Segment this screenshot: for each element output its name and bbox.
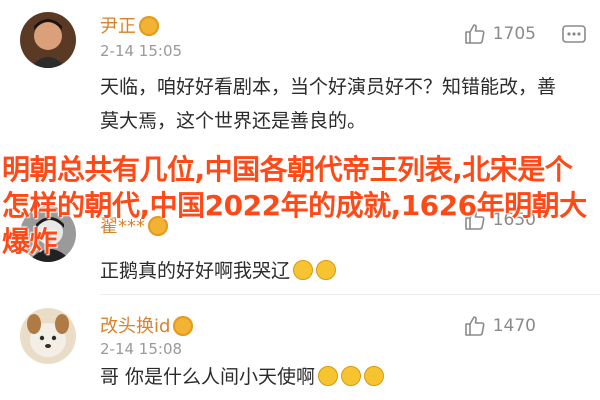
like-count: 1705 [492,24,536,44]
crying-emoji-icon [341,366,362,386]
crying-emoji-icon [318,366,339,386]
overlay-title: 明朝总共有几位,中国各朝代帝王列表,北宋是个怎样的朝代,中国2022年的成就,1… [2,153,587,258]
comment-item: 尹正 2-14 15:05 1705 天临，咱好好看剧本，当个好演员好不？知错能… [0,0,600,150]
crying-emoji-icon [364,366,385,386]
comment-text: 天临，咱好好看剧本，当个好演员好不？知错能改，善莫大焉，这个世界还是善良的。 [100,76,557,132]
divider [100,294,600,295]
timestamp: 2-14 15:05 [100,42,183,60]
more-icon[interactable] [562,24,586,46]
comment-feed: 尹正 2-14 15:05 1705 天临，咱好好看剧本，当个好演员好不？知错能… [0,0,600,400]
comment-text: 哥 你是什么人间小天使啊 [100,360,570,394]
username[interactable]: 改头换id [100,312,194,338]
username-text[interactable]: 尹正 [100,16,136,37]
username[interactable]: 尹正 [100,12,159,38]
comment-text-body: 哥 你是什么人间小天使啊 [100,366,316,388]
thumbs-up-icon [464,316,485,336]
like-count: 1470 [492,316,536,336]
like-button[interactable]: 1470 [463,314,536,340]
vip-badge-icon [173,316,194,336]
avatar[interactable] [20,308,76,364]
vip-badge-icon [139,16,159,36]
crying-emoji-icon [316,260,337,280]
avatar[interactable] [20,12,76,68]
timestamp: 2-14 15:08 [100,340,183,358]
thumbs-up-icon [464,24,485,44]
comment-text-body: 正鹅真的好好啊我哭辽 [100,260,291,282]
username-text[interactable]: 改头换id [100,316,170,337]
crying-emoji-icon [293,260,314,280]
like-button[interactable]: 1705 [463,22,536,48]
comment-item: 改头换id 2-14 15:08 1470 哥 你是什么人间小天使啊 [0,298,600,400]
